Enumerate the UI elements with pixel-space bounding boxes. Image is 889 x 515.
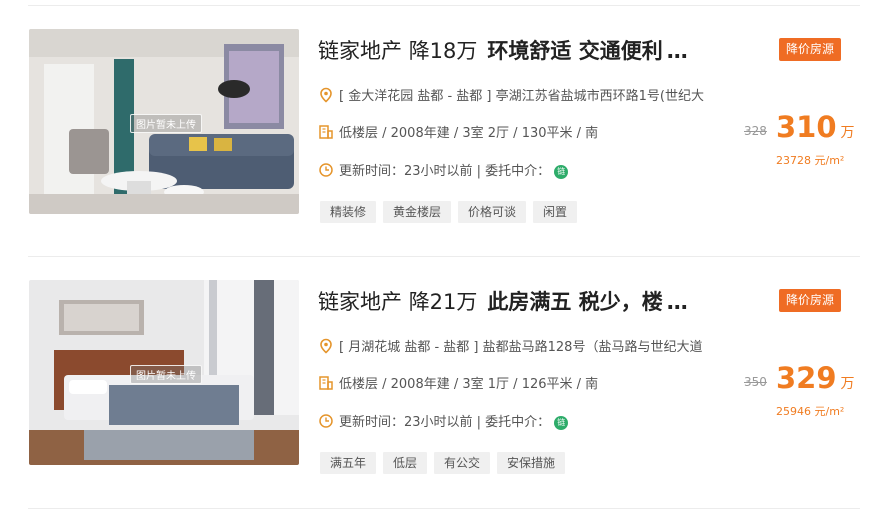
total-price: 310 万 — [776, 109, 855, 151]
tag: 闲置 — [533, 201, 578, 223]
building-icon — [319, 125, 333, 139]
listing-title[interactable]: 链家地产 降18万 环境舒适 交通便利… — [318, 36, 748, 66]
total-price: 329 万 — [776, 360, 855, 402]
divider-bottom — [28, 508, 860, 509]
price-value: 310 — [776, 110, 837, 144]
price-drop-badge: 降价房源 — [779, 289, 841, 312]
details-text: 低楼层 / 2008年建 / 3室 2厅 / 130平米 / 南 — [339, 126, 599, 141]
address-row[interactable]: [ 月湖花城 盐都 - 盐都 ] 盐都盐马路128号（盐马路与世纪大道 — [318, 338, 738, 358]
address-row[interactable]: [ 金大洋花园 盐都 - 盐都 ] 亭湖江苏省盐城市西环路1号(世纪大 — [318, 87, 738, 107]
price-unit: 万 — [840, 376, 855, 392]
price-unit: 万 — [840, 125, 855, 141]
tag: 有公交 — [434, 452, 491, 474]
update-text: 更新时间：23小时以前 | 委托中介： — [339, 164, 551, 179]
listing-photo-living-room[interactable]: 图片暂未上传 — [29, 29, 299, 214]
clock-icon — [319, 163, 333, 177]
listing-photo-bedroom[interactable]: 图片暂未上传 — [29, 280, 299, 465]
details-row: 低楼层 / 2008年建 / 3室 2厅 / 130平米 / 南 — [318, 124, 598, 144]
clock-icon — [319, 414, 333, 428]
headline: 环境舒适 交通便利 — [487, 39, 663, 63]
original-price: 328 — [744, 124, 767, 138]
address-text: [ 月湖花城 盐都 - 盐都 ] 盐都盐马路128号（盐马路与世纪大道 — [339, 340, 703, 355]
photo-placeholder-label: 图片暂未上传 — [130, 114, 202, 133]
update-row: 更新时间：23小时以前 | 委托中介：链 — [318, 162, 569, 182]
update-row: 更新时间：23小时以前 | 委托中介：链 — [318, 413, 569, 433]
tag: 价格可谈 — [458, 201, 527, 223]
tag-list: 满五年 低层 有公交 安保措施 — [320, 452, 572, 474]
details-row: 低楼层 / 2008年建 / 3室 1厅 / 126平米 / 南 — [318, 375, 598, 395]
chain-agency-icon[interactable]: 链 — [554, 416, 569, 430]
photo-placeholder-label: 图片暂未上传 — [130, 365, 202, 384]
price-cut: 降21万 — [408, 290, 478, 314]
tag-list: 精装修 黄金楼层 价格可谈 闲置 — [320, 201, 584, 223]
update-text: 更新时间：23小时以前 | 委托中介： — [339, 415, 551, 430]
agency-name: 链家地产 — [318, 290, 402, 314]
price-cut: 降18万 — [408, 39, 478, 63]
address-text: [ 金大洋花园 盐都 - 盐都 ] 亭湖江苏省盐城市西环路1号(世纪大 — [339, 89, 704, 104]
original-price: 350 — [744, 375, 767, 389]
price-drop-badge: 降价房源 — [779, 38, 841, 61]
agency-name: 链家地产 — [318, 39, 402, 63]
tag: 精装修 — [320, 201, 377, 223]
location-pin-icon — [320, 338, 332, 354]
location-pin-icon — [320, 87, 332, 103]
chain-agency-icon[interactable]: 链 — [554, 165, 569, 179]
details-text: 低楼层 / 2008年建 / 3室 1厅 / 126平米 / 南 — [339, 377, 599, 392]
title-ellipsis: … — [666, 39, 688, 63]
unit-price: 23728 元/m² — [776, 154, 845, 167]
building-icon — [319, 376, 333, 390]
tag: 黄金楼层 — [383, 201, 452, 223]
tag: 低层 — [383, 452, 428, 474]
title-ellipsis: … — [666, 290, 688, 314]
price-value: 329 — [776, 361, 837, 395]
listing-title[interactable]: 链家地产 降21万 此房满五 税少，楼… — [318, 287, 748, 317]
listing-card[interactable]: 图片暂未上传 链家地产 降18万 环境舒适 交通便利… 降价房源 [ 金大洋花园 … — [0, 0, 889, 250]
headline: 此房满五 税少，楼 — [487, 290, 663, 314]
tag: 安保措施 — [497, 452, 566, 474]
tag: 满五年 — [320, 452, 377, 474]
unit-price: 25946 元/m² — [776, 405, 845, 418]
listing-card[interactable]: 图片暂未上传 链家地产 降21万 此房满五 税少，楼… 降价房源 [ 月湖花城 盐… — [0, 251, 889, 501]
